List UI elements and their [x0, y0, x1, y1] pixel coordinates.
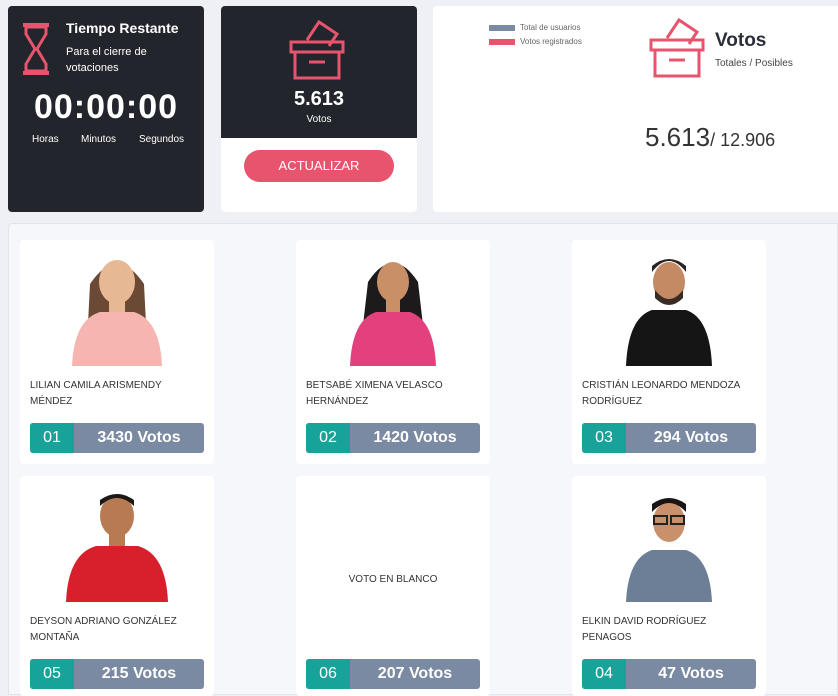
totals-title: Votos	[715, 30, 767, 51]
candidate-card[interactable]: BETSABÉ XIMENA VELASCO HERNÁNDEZ 02 1420…	[296, 240, 490, 464]
legend-item-users: Total de usuarios	[489, 23, 580, 32]
candidate-votes: 1420 Votos	[373, 429, 457, 446]
candidate-votes: 3430 Votos	[97, 429, 181, 446]
votes-label: Votos	[306, 114, 332, 125]
candidate-card[interactable]: VOTO EN BLANCO 06 207 Votos	[296, 476, 490, 696]
vote-bar: 01 3430 Votos	[30, 423, 204, 453]
hours-label: Horas	[32, 134, 59, 145]
candidate-name: CRISTIÁN LEONARDO MENDOZA RODRÍGUEZ	[582, 380, 740, 407]
candidate-votes: 207 Votos	[377, 665, 453, 682]
ballot-box-icon	[649, 17, 705, 78]
minutes-label: Minutos	[81, 134, 117, 145]
countdown-time: 00:00:00	[33, 88, 179, 126]
votes-count: 5.613	[293, 88, 345, 110]
candidates-panel: LILIAN CAMILA ARISMENDY MÉNDEZ 01 3430 V…	[8, 223, 838, 696]
candidate-photo	[72, 260, 162, 366]
candidate-name: VOTO EN BLANCO	[348, 574, 438, 585]
candidate-name: ELKIN DAVID RODRÍGUEZ PENAGOS	[582, 616, 707, 643]
countdown-title: Tiempo Restante	[66, 20, 179, 36]
legend-swatch-users	[489, 24, 515, 31]
candidate-photo	[66, 494, 168, 602]
possible-votes: / 12.906	[710, 130, 776, 150]
totals-subtitle: Totales / Posibles	[715, 58, 793, 69]
candidate-number: 04	[582, 659, 626, 689]
candidate-photo	[626, 498, 712, 602]
candidate-name: BETSABÉ XIMENA VELASCO HERNÁNDEZ	[306, 380, 443, 407]
update-button[interactable]: ACTUALIZAR	[244, 150, 394, 182]
countdown-subtitle: Para el cierre de votaciones	[66, 46, 147, 74]
legend-label-users: Total de usuarios	[520, 23, 581, 32]
candidate-photo	[350, 262, 436, 366]
candidate-card[interactable]: CRISTIÁN LEONARDO MENDOZA RODRÍGUEZ 03 2…	[572, 240, 766, 464]
candidate-card[interactable]: LILIAN CAMILA ARISMENDY MÉNDEZ 01 3430 V…	[20, 240, 214, 464]
vote-bar: 03 294 Votos	[582, 423, 756, 453]
registered-votes: 5.613	[645, 122, 711, 152]
candidate-votes: 215 Votos	[101, 665, 177, 682]
vote-bar: 05 215 Votos	[30, 659, 204, 689]
vote-bar: 02 1420 Votos	[306, 423, 480, 453]
legend-item-votes: Votos registrados	[489, 37, 582, 46]
totals-card: Total de usuarios Votos registrados Voto…	[433, 6, 838, 212]
votes-card: 5.613 Votos ACTUALIZAR	[221, 6, 417, 212]
candidate-number: 01	[30, 423, 74, 453]
candidate-name: DEYSON ADRIANO GONZÁLEZ MONTAÑA	[30, 616, 177, 643]
candidate-card[interactable]: DEYSON ADRIANO GONZÁLEZ MONTAÑA 05 215 V…	[20, 476, 214, 696]
votes-header: 5.613 Votos	[221, 6, 417, 138]
vote-bar: 04 47 Votos	[582, 659, 756, 689]
hourglass-icon	[23, 23, 49, 75]
candidate-name: LILIAN CAMILA ARISMENDY MÉNDEZ	[30, 380, 162, 407]
vote-bar: 06 207 Votos	[306, 659, 480, 689]
countdown-card: Tiempo Restante Para el cierre de votaci…	[8, 6, 204, 212]
seconds-label: Segundos	[139, 134, 185, 145]
candidate-number: 05	[30, 659, 74, 689]
candidate-number: 06	[306, 659, 350, 689]
candidate-number: 02	[306, 423, 350, 453]
legend-swatch-votes	[489, 38, 515, 45]
candidate-votes: 47 Votos	[658, 665, 724, 682]
legend-label-votes: Votos registrados	[520, 37, 582, 46]
candidate-votes: 294 Votos	[653, 429, 729, 446]
totals-count: 5.613/ 12.906	[645, 122, 775, 153]
ballot-box-icon	[289, 19, 345, 80]
candidate-number: 03	[582, 423, 626, 453]
candidate-card[interactable]: ELKIN DAVID RODRÍGUEZ PENAGOS 04 47 Voto…	[572, 476, 766, 696]
candidate-photo	[626, 259, 712, 366]
